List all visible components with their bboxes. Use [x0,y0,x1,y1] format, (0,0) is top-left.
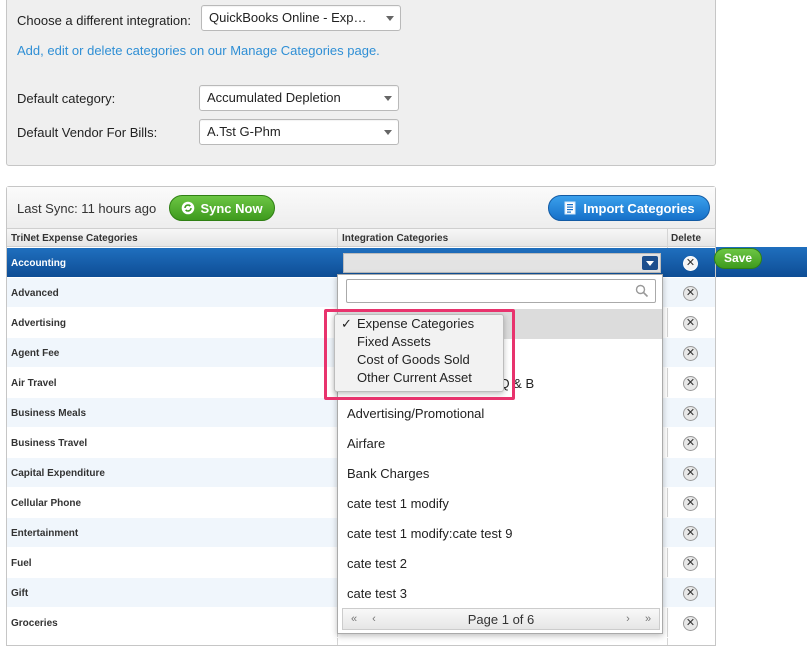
highlight-box [324,309,515,400]
search-icon [635,284,649,298]
default-vendor-select[interactable]: A.Tst G-Phm [199,119,399,145]
dropdown-option[interactable]: Bank Charges [338,459,662,489]
integration-row: Choose a different integration: [17,13,191,28]
manage-categories-link[interactable]: Add, edit or delete categories on our Ma… [17,43,380,58]
integration-settings-panel: Choose a different integration: QuickBoo… [6,0,716,166]
chevron-down-icon [384,130,392,135]
default-category-label: Default category: [17,91,116,106]
pager-text: Page 1 of 6 [467,612,535,627]
delete-icon[interactable]: ✕ [683,556,698,571]
category-name: Entertainment [11,528,79,539]
default-category-select[interactable]: Accumulated Depletion [199,85,399,111]
category-name: Capital Expenditure [11,468,105,479]
column-header-delete: Delete [671,233,702,244]
category-name: Agent Fee [11,348,60,359]
category-name: Fuel [11,558,32,569]
delete-icon[interactable]: ✕ [683,436,698,451]
delete-icon[interactable]: ✕ [683,496,698,511]
default-category-value: Accumulated Depletion [207,90,341,105]
grid-toolbar: Last Sync: 11 hours ago Sync Now Import … [7,187,715,229]
dropdown-button[interactable] [642,256,658,270]
category-name: Accounting [11,258,66,269]
category-name: Advanced [11,288,59,299]
delete-icon[interactable]: ✕ [683,466,698,481]
delete-icon[interactable]: ✕ [683,406,698,421]
dropdown-option[interactable]: cate test 2 [338,549,662,579]
dropdown-search-input[interactable] [346,279,656,303]
column-header-integration: Integration Categories [342,233,449,244]
next-page-icon[interactable]: › [619,611,637,627]
category-name: Air Travel [11,378,57,389]
delete-icon[interactable]: ✕ [683,526,698,541]
category-name: Advertising [11,318,67,329]
integration-select[interactable]: QuickBooks Online - Exp… [201,5,401,31]
delete-icon[interactable]: ✕ [683,346,698,361]
dropdown-option[interactable]: cate test 3 [338,579,662,599]
import-categories-button[interactable]: Import Categories [548,195,710,221]
delete-icon[interactable]: ✕ [683,316,698,331]
delete-icon[interactable]: ✕ [683,586,698,601]
last-sync-text: Last Sync: 11 hours ago [17,201,157,216]
dropdown-pager: « ‹ Page 1 of 6 › » [342,608,660,630]
save-button[interactable]: Save [714,248,762,269]
integration-category-select[interactable] [343,253,661,273]
dropdown-option[interactable]: Advertising/Promotional [338,399,662,429]
default-vendor-row: Default Vendor For Bills: [17,125,157,140]
default-vendor-value: A.Tst G-Phm [207,124,281,139]
category-name: Groceries [11,618,58,629]
default-category-row: Default category: [17,91,115,106]
column-header-trinet: TriNet Expense Categories [11,233,138,244]
import-categories-label: Import Categories [583,200,695,216]
chevron-down-icon [386,16,394,21]
delete-icon[interactable]: ✕ [683,256,698,271]
chevron-down-icon [384,96,392,101]
delete-icon[interactable]: ✕ [683,286,698,301]
chevron-down-icon [646,261,654,266]
category-name: Business Travel [11,438,88,449]
last-page-icon[interactable]: » [639,611,657,627]
integration-label: Choose a different integration: [17,13,191,28]
category-name: Business Meals [11,408,87,419]
integration-select-value: QuickBooks Online - Exp… [209,10,367,25]
sync-now-button[interactable]: Sync Now [169,195,275,221]
refresh-icon [182,201,195,215]
dropdown-option[interactable]: Airfare [338,429,662,459]
category-name: Gift [11,588,29,599]
sync-now-label: Sync Now [200,200,263,216]
grid-column-headers: TriNet Expense Categories Integration Ca… [7,229,715,247]
default-vendor-label: Default Vendor For Bills: [17,125,158,140]
delete-icon[interactable]: ✕ [683,616,698,631]
delete-icon[interactable]: ✕ [683,376,698,391]
category-name: Cellular Phone [11,498,82,509]
dropdown-option[interactable]: cate test 1 modify:cate test 9 [338,519,662,549]
import-document-icon [564,201,576,215]
dropdown-option[interactable]: cate test 1 modify [338,489,662,519]
